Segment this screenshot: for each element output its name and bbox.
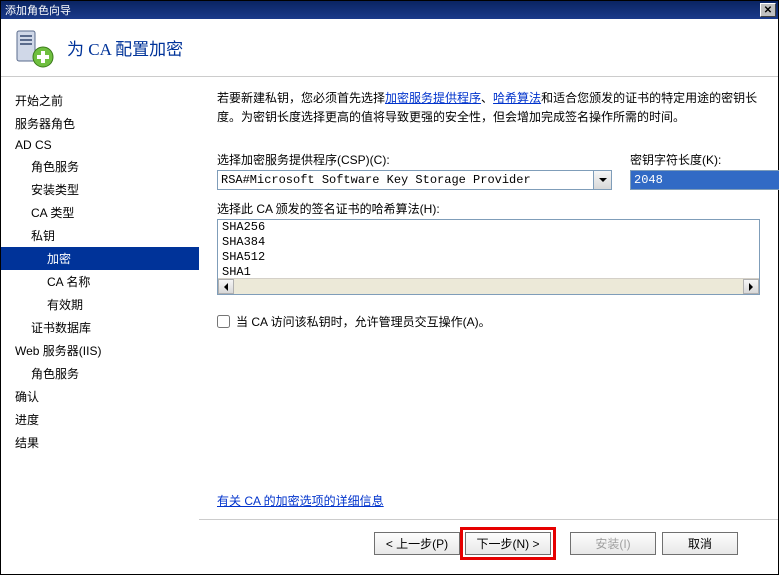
wizard-window: 添加角色向导 ✕ 为 CA 配置加密 开始之前 服务器角色 AD CS 角色服务… — [0, 0, 779, 575]
nav-ca-type[interactable]: CA 类型 — [1, 201, 199, 224]
admin-interact-row: 当 CA 访问该私钥时，允许管理员交互操作(A)。 — [217, 313, 760, 330]
nav-cryptography[interactable]: 加密 — [1, 247, 199, 270]
scroll-right-button[interactable] — [743, 279, 759, 294]
page-title: 为 CA 配置加密 — [67, 35, 183, 60]
header: 为 CA 配置加密 — [1, 19, 778, 77]
intro-sep: 、 — [481, 91, 493, 105]
csp-keylen-row: 选择加密服务提供程序(CSP)(C): 密钥字符长度(K): — [217, 151, 760, 190]
admin-interact-checkbox[interactable] — [217, 315, 230, 328]
nav-confirm[interactable]: 确认 — [1, 385, 199, 408]
hash-listbox[interactable]: SHA256 SHA384 SHA512 SHA1 — [217, 219, 760, 295]
previous-button[interactable]: < 上一步(P) — [374, 532, 460, 555]
nav-private-key[interactable]: 私钥 — [1, 224, 199, 247]
intro-pre: 若要新建私钥，您必须首先选择 — [217, 91, 385, 105]
nav-iis[interactable]: Web 服务器(IIS) — [1, 339, 199, 362]
content: 若要新建私钥，您必须首先选择加密服务提供程序、哈希算法和适合您颁发的证书的特定用… — [199, 77, 778, 574]
intro-text: 若要新建私钥，您必须首先选择加密服务提供程序、哈希算法和适合您颁发的证书的特定用… — [217, 89, 760, 127]
csp-label: 选择加密服务提供程序(CSP)(C): — [217, 151, 612, 168]
close-button[interactable]: ✕ — [760, 3, 776, 17]
hash-option[interactable]: SHA1 — [218, 265, 759, 278]
csp-dropdown[interactable] — [217, 170, 612, 190]
next-button[interactable]: 下一步(N) > — [465, 532, 551, 555]
nav-cert-db[interactable]: 证书数据库 — [1, 316, 199, 339]
server-add-icon — [13, 27, 55, 69]
hscroll — [218, 278, 759, 294]
body: 开始之前 服务器角色 AD CS 角色服务 安装类型 CA 类型 私钥 加密 C… — [1, 77, 778, 574]
nav-iis-role-services[interactable]: 角色服务 — [1, 362, 199, 385]
scroll-left-button[interactable] — [218, 279, 234, 294]
nav-results[interactable]: 结果 — [1, 431, 199, 454]
nav-server-roles[interactable]: 服务器角色 — [1, 112, 199, 135]
nav-adcs[interactable]: AD CS — [1, 135, 199, 155]
nav-progress[interactable]: 进度 — [1, 408, 199, 431]
csp-dropdown-button[interactable] — [594, 170, 612, 190]
csp-link[interactable]: 加密服务提供程序 — [385, 91, 481, 105]
cancel-button[interactable]: 取消 — [662, 532, 738, 555]
titlebar: 添加角色向导 ✕ — [1, 1, 778, 19]
hash-option[interactable]: SHA512 — [218, 250, 759, 265]
nav-role-services[interactable]: 角色服务 — [1, 155, 199, 178]
install-button: 安装(I) — [570, 532, 656, 555]
hash-option[interactable]: SHA384 — [218, 235, 759, 250]
hash-option[interactable]: SHA256 — [218, 220, 759, 235]
next-highlight: 下一步(N) > — [460, 527, 556, 560]
footer: < 上一步(P) 下一步(N) > 安装(I) 取消 — [217, 520, 760, 566]
hash-label: 选择此 CA 颁发的签名证书的哈希算法(H): — [217, 200, 760, 217]
keylen-label: 密钥字符长度(K): — [630, 151, 760, 168]
help-link[interactable]: 有关 CA 的加密选项的详细信息 — [217, 492, 760, 509]
nav-setup-type[interactable]: 安装类型 — [1, 178, 199, 201]
sidebar: 开始之前 服务器角色 AD CS 角色服务 安装类型 CA 类型 私钥 加密 C… — [1, 77, 199, 574]
hash-link[interactable]: 哈希算法 — [493, 91, 541, 105]
keylen-value[interactable] — [630, 170, 779, 190]
nav-validity[interactable]: 有效期 — [1, 293, 199, 316]
nav-before-begin[interactable]: 开始之前 — [1, 89, 199, 112]
window-title: 添加角色向导 — [5, 2, 71, 18]
csp-value[interactable] — [217, 170, 594, 190]
keylen-dropdown[interactable] — [630, 170, 760, 190]
admin-interact-label: 当 CA 访问该私钥时，允许管理员交互操作(A)。 — [236, 313, 491, 330]
nav-ca-name[interactable]: CA 名称 — [1, 270, 199, 293]
